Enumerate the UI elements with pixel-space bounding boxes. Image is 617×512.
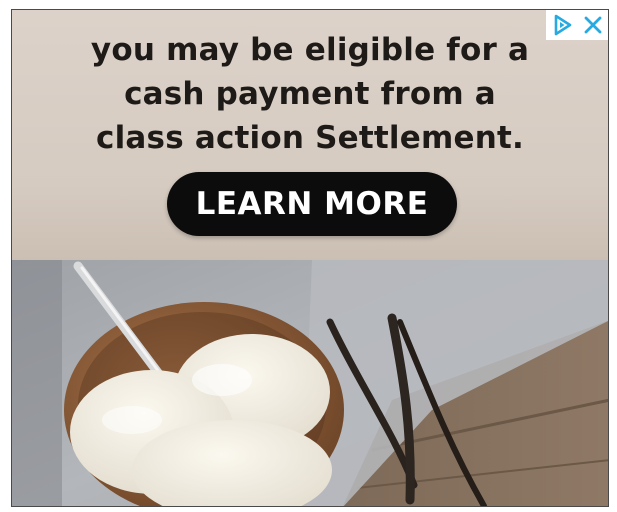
headline-line-3: class action Settlement.: [96, 120, 524, 156]
adchoices-play-icon[interactable]: [550, 13, 574, 37]
headline-line-2: cash payment from a: [124, 76, 496, 112]
ad-banner[interactable]: you may be eligible for a cash payment f…: [11, 9, 609, 507]
learn-more-button[interactable]: LEARN MORE: [167, 172, 457, 236]
ad-controls: [546, 10, 608, 40]
ad-text-panel: you may be eligible for a cash payment f…: [12, 10, 608, 260]
close-x-icon[interactable]: [581, 13, 605, 37]
vanilla-ice-cream-bowl-photo[interactable]: [12, 260, 608, 506]
headline-line-1: you may be eligible for a: [90, 32, 530, 68]
ad-headline: you may be eligible for a cash payment f…: [52, 28, 568, 160]
